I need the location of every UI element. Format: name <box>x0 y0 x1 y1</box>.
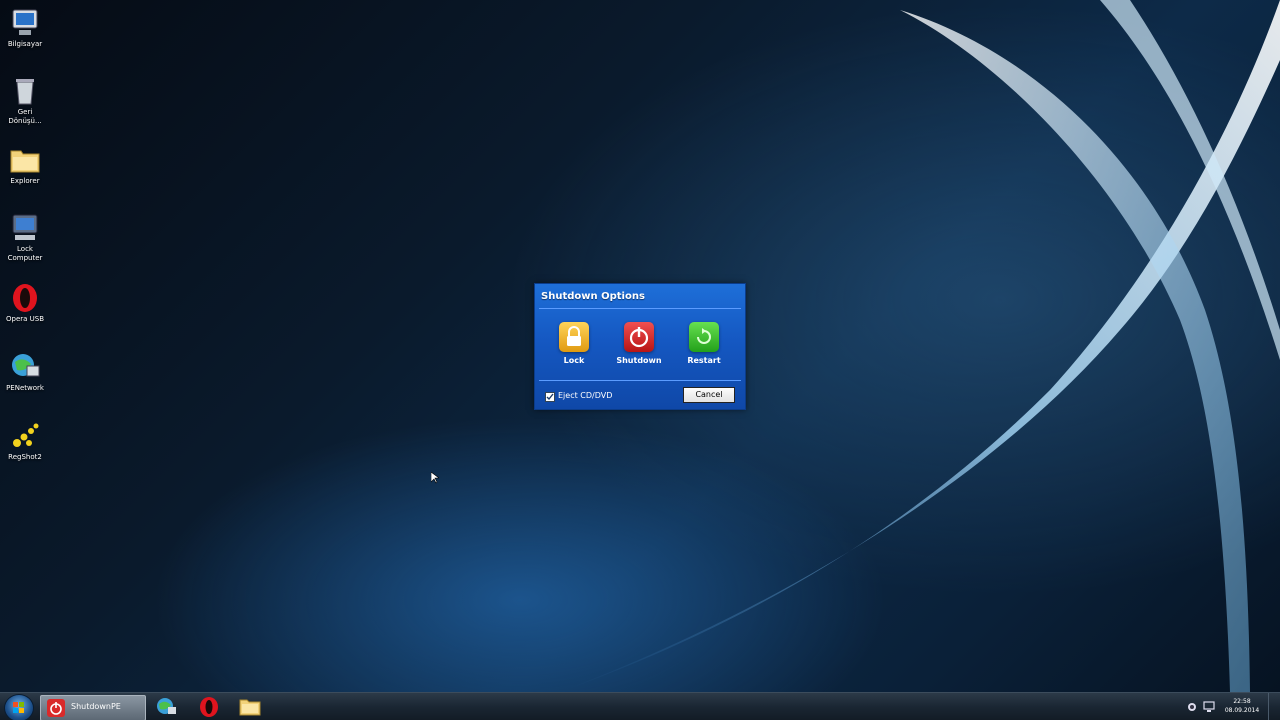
folder-icon <box>239 699 261 716</box>
divider <box>539 380 741 381</box>
divider <box>539 308 741 309</box>
tray-sound-icon[interactable] <box>1187 702 1197 712</box>
recycle-bin-icon <box>9 76 41 106</box>
dialog-title: Shutdown Options <box>541 291 645 302</box>
regshot-icon <box>9 421 41 451</box>
network-icon <box>157 698 176 714</box>
lock-computer-icon <box>9 213 41 243</box>
restart-icon <box>689 322 719 352</box>
taskbar: ShutdownPE 22:58 08.09.2014 <box>0 692 1280 720</box>
desktop-icon-computer[interactable]: Bilgisayar <box>2 8 48 49</box>
checkmark-icon <box>546 393 554 401</box>
start-button[interactable] <box>4 694 34 720</box>
clock-time: 22:58 <box>1233 698 1251 705</box>
desktop-icon-network[interactable]: PENetwork <box>2 352 48 393</box>
taskbar-explorer-button[interactable] <box>239 696 261 718</box>
computer-icon <box>9 8 41 38</box>
lock-option-button[interactable]: Lock <box>546 322 602 365</box>
opera-icon <box>9 283 41 313</box>
desktop-icon-explorer[interactable]: Explorer <box>2 145 48 186</box>
desktop-icon-label: PENetwork <box>6 384 44 392</box>
mouse-cursor-icon <box>431 472 439 484</box>
taskbar-item-shutdownpe[interactable]: ShutdownPE <box>40 695 146 720</box>
lock-icon <box>559 322 589 352</box>
taskbar-item-label: ShutdownPE <box>71 702 121 711</box>
desktop-icon-label: Opera USB <box>5 315 45 323</box>
desktop-icon-label: Geri Dönüşü... <box>8 108 42 125</box>
tray-monitor-icon[interactable] <box>1203 701 1215 713</box>
shutdown-options-dialog: Shutdown Options Lock Shutdown Restart E… <box>534 283 746 410</box>
power-icon <box>624 322 654 352</box>
clock-date: 08.09.2014 <box>1224 707 1260 714</box>
power-icon <box>47 699 65 717</box>
explorer-icon <box>9 145 41 175</box>
network-icon <box>9 352 41 382</box>
restart-option-label: Restart <box>687 356 721 365</box>
desktop-icon-label: RegShot2 <box>8 453 42 461</box>
cancel-button[interactable]: Cancel <box>683 387 735 403</box>
restart-option-button[interactable]: Restart <box>676 322 732 365</box>
desktop-icon-regshot[interactable]: RegShot2 <box>2 421 48 462</box>
lock-option-label: Lock <box>563 356 585 365</box>
show-desktop-button[interactable] <box>1268 693 1280 720</box>
desktop-icon-label: Lock Computer <box>7 245 43 262</box>
taskbar-network-button[interactable] <box>155 696 177 718</box>
desktop-icon-lock-computer[interactable]: Lock Computer <box>2 213 48 263</box>
desktop-icon-label: Explorer <box>10 177 40 185</box>
tray-clock[interactable]: 22:58 08.09.2014 <box>1222 697 1262 715</box>
desktop: Bilgisayar Geri Dönüşü... Explorer Lock … <box>0 0 1280 692</box>
opera-icon <box>200 697 218 717</box>
windows-logo-icon <box>13 702 24 713</box>
shutdown-option-button[interactable]: Shutdown <box>611 322 667 365</box>
desktop-icon-opera[interactable]: Opera USB <box>2 283 48 324</box>
shutdown-option-label: Shutdown <box>616 356 662 365</box>
eject-checkbox-label[interactable]: Eject CD/DVD <box>558 391 612 400</box>
eject-checkbox[interactable] <box>545 392 555 402</box>
taskbar-opera-button[interactable] <box>198 696 220 718</box>
desktop-icon-label: Bilgisayar <box>7 40 43 48</box>
desktop-icon-recycle-bin[interactable]: Geri Dönüşü... <box>2 76 48 126</box>
